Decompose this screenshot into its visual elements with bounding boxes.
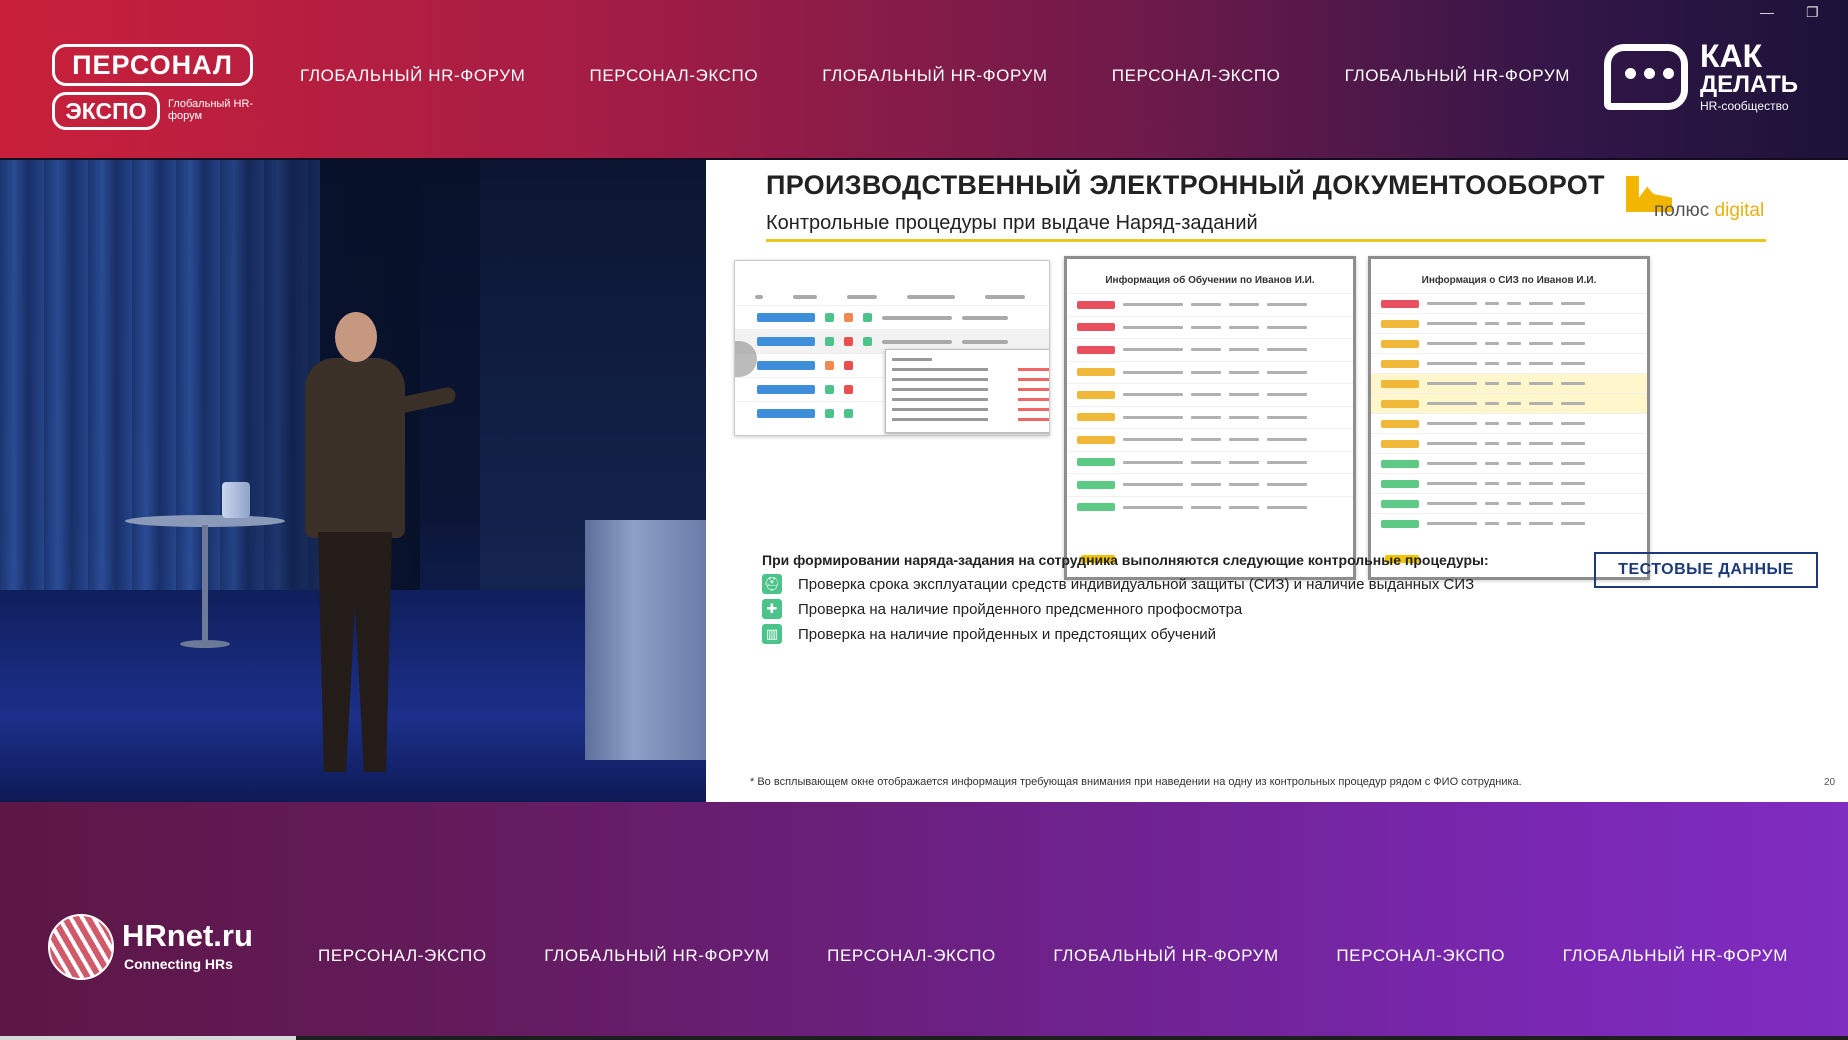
header-ticker-item: ПЕРСОНАЛ-ЭКСПО (589, 66, 759, 85)
list-item (1371, 293, 1647, 313)
header-ticker-item: ГЛОБАЛЬНЫЙ HR-ФОРУМ (822, 66, 1048, 85)
list-item (1067, 495, 1353, 519)
minimize-icon[interactable]: — (1760, 4, 1774, 20)
list-item (1067, 315, 1353, 339)
partner-title-1: КАК (1700, 38, 1763, 74)
orders-table-screenshot (734, 260, 1050, 436)
title-underline (766, 239, 1766, 242)
check-text: Проверка на наличие пройденных и предсто… (798, 625, 1217, 643)
check-item-training: ▥ Проверка на наличие пройденных и предс… (762, 624, 1382, 644)
list-item (1067, 338, 1353, 361)
event-footer: HRnet.ru Connecting HRs ПЕРСОНАЛ-ЭКСПО Г… (0, 802, 1848, 1040)
check-item-medical: ✚ Проверка на наличие пройденного предсм… (762, 599, 1382, 619)
polus-digital-logo: полюс digital (1626, 176, 1816, 226)
training-info-screenshot: Информация об Обучении по Иванов И.И. (1064, 256, 1356, 580)
list-item (1371, 413, 1647, 433)
check-text: Проверка на наличие пройденного предсмен… (798, 600, 1243, 618)
hrnet-brand: HRnet.ru (122, 918, 253, 953)
logo-sub-box: ЭКСПО (52, 92, 160, 130)
list-item (1067, 473, 1353, 496)
personal-expo-logo: ПЕРСОНАЛ ЭКСПО Глобальный HR-форум (52, 44, 262, 134)
brand-left: полюс (1654, 200, 1710, 221)
footer-ticker-item: ГЛОБАЛЬНЫЙ HR-ФОРУМ (1562, 946, 1788, 965)
video-progress-fill (0, 1036, 296, 1040)
list-item (1371, 353, 1647, 373)
footer-ticker-item: ПЕРСОНАЛ-ЭКСПО (827, 946, 996, 965)
water-bottles (222, 482, 250, 518)
cabinet (585, 520, 706, 760)
list-item (1067, 360, 1353, 384)
header-ticker-item: ГЛОБАЛЬНЫЙ HR-ФОРУМ (300, 66, 526, 85)
list-item (1371, 493, 1647, 513)
training-panel-title: Информация об Обучении по Иванов И.И. (1105, 275, 1315, 286)
table-row (735, 305, 1049, 329)
presentation-slide: ПРОИЗВОДСТВЕННЫЙ ЭЛЕКТРОННЫЙ ДОКУМЕНТООБ… (706, 160, 1848, 802)
list-item (1371, 513, 1647, 533)
header-ticker: ГЛОБАЛЬНЫЙ HR-ФОРУМ ПЕРСОНАЛ-ЭКСПО ГЛОБА… (300, 66, 1570, 86)
procedures-title: При формировании наряда-задания на сотру… (762, 552, 1489, 568)
list-item (1371, 433, 1647, 453)
footer-ticker-item: ПЕРСОНАЛ-ЭКСПО (1336, 946, 1506, 965)
slide-subtitle: Контрольные процедуры при выдаче Наряд-з… (766, 212, 1258, 234)
plus-icon: ✚ (762, 599, 782, 619)
hrnet-logo: HRnet.ru Connecting HRs (48, 914, 278, 984)
list-item (1067, 405, 1353, 429)
hrnet-tagline: Connecting HRs (124, 956, 233, 972)
ppe-panel-title: Информация о СИЗ по Иванов И.И. (1421, 275, 1597, 286)
footer-ticker-item: ГЛОБАЛЬНЫЙ HR-ФОРУМ (544, 946, 770, 965)
video-progress-bar[interactable] (0, 1036, 1848, 1040)
header-ticker-item: ГЛОБАЛЬНЫЙ HR-ФОРУМ (1344, 66, 1570, 85)
logo-sub-text: Глобальный HR-форум (168, 98, 254, 122)
brand-right: digital (1709, 200, 1765, 221)
partner-subtitle: HR-сообщество (1700, 99, 1789, 113)
footer-ticker: ПЕРСОНАЛ-ЭКСПО ГЛОБАЛЬНЫЙ HR-ФОРУМ ПЕРСО… (318, 946, 1788, 966)
restore-icon[interactable]: ❐ (1806, 4, 1819, 21)
event-header: ПЕРСОНАЛ ЭКСПО Глобальный HR-форум ГЛОБА… (0, 0, 1848, 158)
header-ticker-item: ПЕРСОНАЛ-ЭКСПО (1111, 66, 1281, 85)
list-item (1067, 293, 1353, 316)
slide-page-number: 20 (1824, 777, 1836, 788)
speaker (305, 358, 405, 538)
slide-footnote: * Во всплывающем окне отображается инфор… (750, 776, 1522, 788)
list-item (1371, 373, 1647, 393)
logo-main: ПЕРСОНАЛ (52, 44, 253, 86)
list-item (1067, 450, 1353, 474)
footer-ticker-item: ПЕРСОНАЛ-ЭКСПО (318, 946, 487, 965)
book-icon: ▥ (762, 624, 782, 644)
list-item (1371, 313, 1647, 333)
test-data-button: ТЕСТОВЫЕ ДАННЫЕ (1594, 552, 1818, 588)
partner-title-2: ДЕЛАТЬ (1700, 71, 1798, 98)
list-item (1371, 453, 1647, 473)
check-item-ppe: ⛑ Проверка срока эксплуатации средств ин… (762, 574, 1474, 594)
helmet-icon: ⛑ (762, 574, 782, 594)
check-text: Проверка срока эксплуатации средств инди… (798, 575, 1475, 593)
list-item (1067, 428, 1353, 451)
list-item (1371, 473, 1647, 493)
globe-icon (48, 914, 114, 980)
hover-popup (885, 349, 1049, 433)
footer-ticker-item: ГЛОБАЛЬНЫЙ HR-ФОРУМ (1053, 946, 1279, 965)
slide-title: ПРОИЗВОДСТВЕННЫЙ ЭЛЕКТРОННЫЙ ДОКУМЕНТООБ… (766, 170, 1605, 200)
chat-bubble-icon (1604, 44, 1688, 110)
list-item (1371, 393, 1647, 413)
kak-delat-logo: КАК ДЕЛАТЬ HR-сообщество (1604, 40, 1824, 120)
list-item (1067, 383, 1353, 406)
speaker-video (0, 160, 706, 802)
list-item (1371, 333, 1647, 353)
ppe-info-screenshot: Информация о СИЗ по Иванов И.И. (1368, 256, 1650, 580)
